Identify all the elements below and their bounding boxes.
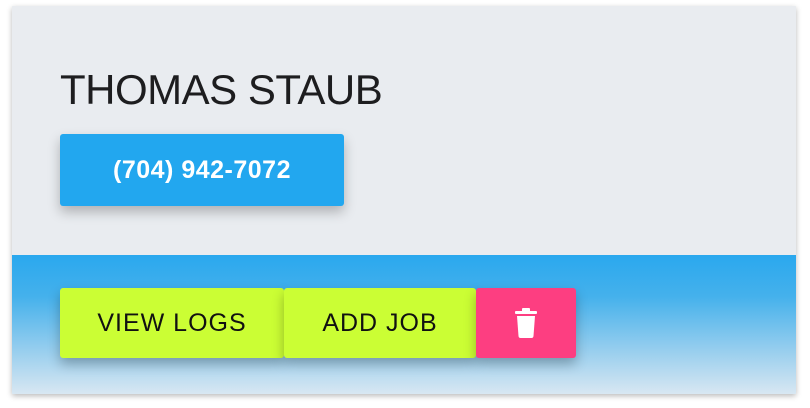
card-header: THOMAS STAUB (704) 942-7072 xyxy=(12,6,796,255)
contact-name: THOMAS STAUB xyxy=(60,66,383,113)
phone-number: (704) 942-7072 xyxy=(113,155,291,184)
add-job-button[interactable]: ADD JOB xyxy=(284,288,476,358)
contact-card: THOMAS STAUB (704) 942-7072 VIEW LOGS AD… xyxy=(12,6,796,394)
phone-button[interactable]: (704) 942-7072 xyxy=(60,134,344,206)
delete-button[interactable] xyxy=(476,288,576,358)
card-actions: VIEW LOGS ADD JOB xyxy=(12,255,796,394)
add-job-label: ADD JOB xyxy=(322,308,438,337)
view-logs-button[interactable]: VIEW LOGS xyxy=(60,288,284,358)
view-logs-label: VIEW LOGS xyxy=(97,308,247,337)
trash-icon xyxy=(515,308,537,338)
